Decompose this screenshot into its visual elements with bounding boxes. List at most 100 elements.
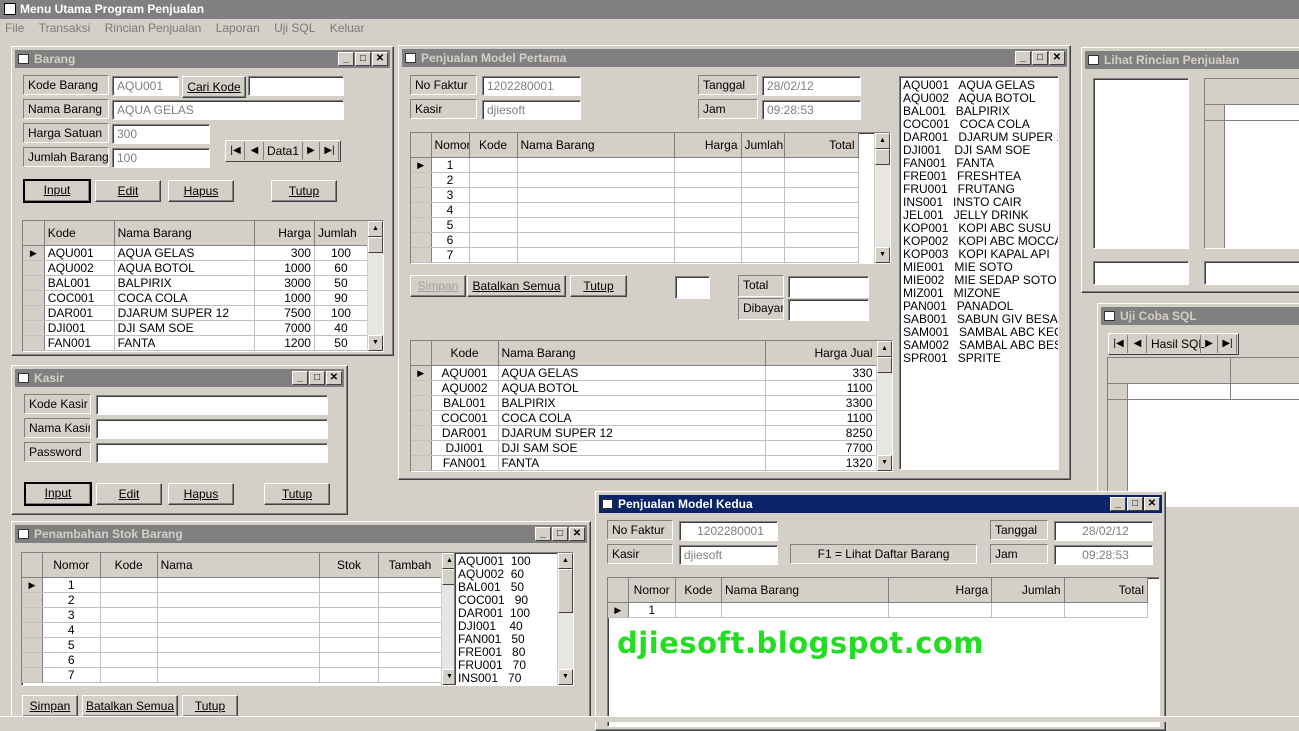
menu-laporan[interactable]: Laporan [211, 19, 265, 38]
maximize-button[interactable]: □ [1127, 497, 1143, 511]
table-row[interactable]: ▶ 1 [608, 602, 1149, 618]
column-header[interactable]: Kode [675, 578, 723, 603]
hapus-button[interactable]: Hapus [168, 180, 234, 202]
table-row[interactable]: DJI001 DJI SAM SOE 7700 [411, 440, 877, 456]
column-header[interactable]: Harga [254, 221, 315, 246]
last-record-icon[interactable]: ▶| [1219, 335, 1237, 353]
column-header[interactable]: Jumlah [741, 133, 785, 158]
next-record-icon[interactable]: ▶ [302, 142, 320, 160]
table-row[interactable]: 2 [22, 592, 442, 608]
stok-grid[interactable]: Nomor Kode Nama Stok Tambah ▶ 1 2 3 4 5 6… [21, 552, 458, 686]
column-header[interactable]: Total [784, 133, 859, 158]
table-row[interactable]: ▶ AQU001 AQUA GELAS 300 100 [23, 245, 369, 261]
table-row[interactable]: DJI001 DJI SAM SOE 7000 40 [23, 320, 369, 336]
kode-kasir-field[interactable] [96, 395, 328, 415]
tanggal-field[interactable]: 28/02/12 [762, 76, 861, 96]
maximize-button[interactable]: □ [1032, 51, 1048, 65]
quantity-field[interactable] [675, 276, 710, 299]
barang-grid[interactable]: Kode Nama Barang Harga Jumlah ▶ AQU001 AQU… [22, 220, 384, 352]
menu-transaksi[interactable]: Transaksi [34, 19, 96, 38]
kasir-field[interactable]: djiesoft [679, 545, 778, 565]
menu-rincian-penjualan[interactable]: Rincian Penjualan [100, 19, 207, 38]
column-header[interactable]: Kode [44, 221, 115, 246]
list-item[interactable]: SPR001 SPRITE [903, 352, 1055, 365]
table-row[interactable]: ▶ 1 [411, 157, 859, 173]
column-header[interactable]: Total [1064, 578, 1149, 603]
column-header[interactable]: Tambah [378, 553, 442, 578]
minimize-button[interactable]: _ [1015, 51, 1031, 65]
penjualan-grid[interactable]: Nomor Kode Nama Barang Harga Jumlah Tota… [410, 132, 891, 264]
input-button[interactable]: Input [23, 179, 91, 203]
table-row[interactable]: 3 [411, 187, 859, 203]
scroll-thumb[interactable] [875, 149, 890, 165]
column-header[interactable]: Kode [469, 133, 518, 158]
table-row[interactable]: 6 [22, 652, 442, 668]
menu-uji-sql[interactable]: Uji SQL [269, 19, 320, 38]
jam-field[interactable]: 09:28:53 [1054, 545, 1153, 565]
cari-kode-button[interactable]: Cari Kode [182, 76, 246, 98]
no-faktur-field[interactable]: 1202280001 [679, 521, 778, 541]
tutup-button[interactable]: Tutup [570, 275, 627, 297]
scroll-thumb[interactable] [558, 569, 573, 613]
nama-barang-field[interactable]: AQUA GELAS [112, 100, 344, 120]
column-header[interactable]: Stok [319, 553, 379, 578]
scroll-up-icon[interactable]: ▲ [558, 553, 573, 569]
table-row[interactable]: ▶ AQU001 AQUA GELAS 330 [411, 365, 877, 381]
minimize-button[interactable]: _ [535, 527, 551, 541]
edit-button[interactable]: Edit [95, 180, 161, 202]
table-row[interactable]: FAN001 FANTA 1320 [411, 455, 877, 471]
scroll-thumb[interactable] [368, 237, 383, 253]
prev-record-icon[interactable]: ◀ [246, 142, 264, 160]
column-header[interactable]: Harga [674, 133, 742, 158]
close-button[interactable]: ✕ [1144, 497, 1160, 511]
table-row[interactable]: COC001 COCA COLA 1000 90 [23, 290, 369, 306]
jam-field[interactable]: 09:28:53 [762, 100, 861, 120]
table-row[interactable]: COC001 COCA COLA 1100 [411, 410, 877, 426]
table-row[interactable]: 5 [411, 217, 859, 233]
column-header[interactable]: Kode [100, 553, 158, 578]
column-header[interactable]: Harga [888, 578, 993, 603]
column-header[interactable]: Nomor [628, 578, 676, 603]
harga-jual-scrollbar[interactable]: ▲ ▼ [876, 341, 892, 471]
tutup-button[interactable]: Tutup [271, 180, 337, 202]
maximize-button[interactable]: □ [355, 52, 371, 66]
minimize-button[interactable]: _ [1110, 497, 1126, 511]
tutup-button[interactable]: Tutup [264, 483, 330, 505]
simpan-button[interactable]: Simpan [410, 275, 466, 297]
barang-grid-scrollbar[interactable]: ▲ ▼ [367, 221, 383, 351]
stok-list[interactable]: AQU001 100 AQU002 60 BAL001 50 COC001 90… [454, 552, 574, 686]
column-header[interactable]: Jumlah [314, 221, 369, 246]
table-row[interactable]: 6 [411, 232, 859, 248]
rincian-faktur-list[interactable] [1093, 78, 1189, 249]
table-row[interactable]: 5 [22, 637, 442, 653]
table-row[interactable]: 3 [22, 607, 442, 623]
table-row[interactable]: DAR001 DJARUM SUPER 12 7500 100 [23, 305, 369, 321]
next-record-icon[interactable]: ▶ [1200, 335, 1218, 353]
tutup-button[interactable]: Tutup [182, 695, 238, 717]
prev-record-icon[interactable]: ◀ [1129, 335, 1147, 353]
first-record-icon[interactable]: |◀ [227, 142, 245, 160]
maximize-button[interactable]: □ [309, 371, 325, 385]
column-header[interactable]: Nama Barang [721, 578, 889, 603]
scroll-down-icon[interactable]: ▼ [875, 247, 890, 263]
dibayar-field[interactable] [788, 299, 869, 321]
tanggal-field[interactable]: 28/02/12 [1054, 521, 1153, 541]
table-row[interactable]: AQU002 AQUA BOTOL 1000 60 [23, 260, 369, 276]
rincian-field-2[interactable] [1204, 261, 1299, 285]
column-header[interactable]: Nama Barang [114, 221, 255, 246]
kode-barang-field[interactable]: AQU001 [112, 76, 179, 96]
table-row[interactable]: 7 [411, 247, 859, 263]
kasir-field[interactable]: djiesoft [482, 100, 581, 120]
table-row[interactable]: 2 [411, 172, 859, 188]
minimize-button[interactable]: _ [292, 371, 308, 385]
column-header[interactable]: Jumlah [991, 578, 1065, 603]
scroll-up-icon[interactable]: ▲ [368, 221, 383, 237]
close-button[interactable]: ✕ [372, 52, 388, 66]
password-field[interactable] [96, 443, 328, 463]
input-button[interactable]: Input [24, 482, 92, 506]
close-button[interactable]: ✕ [1049, 51, 1065, 65]
table-row[interactable]: 7 [22, 667, 442, 683]
scroll-down-icon[interactable]: ▼ [558, 669, 573, 685]
jumlah-barang-field[interactable]: 100 [112, 148, 210, 168]
simpan-button[interactable]: Simpan [22, 695, 78, 717]
